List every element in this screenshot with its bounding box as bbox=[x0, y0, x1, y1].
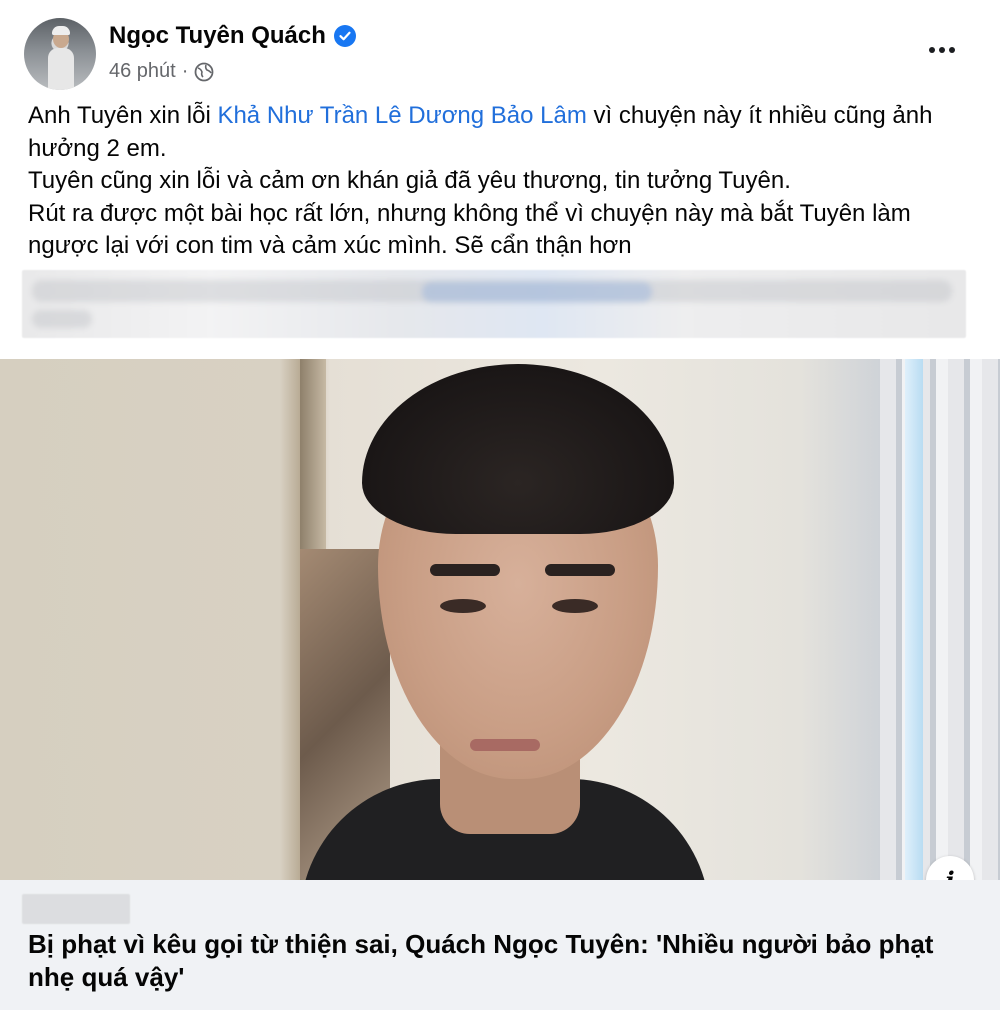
mention-link[interactable]: Khả Như Trần Lê Dương Bảo Lâm bbox=[217, 102, 586, 129]
author-avatar[interactable] bbox=[24, 18, 96, 90]
person-eye-left bbox=[440, 599, 486, 613]
meta-separator: · bbox=[181, 60, 189, 82]
person-hair bbox=[362, 364, 674, 534]
link-card[interactable]: Bị phạt vì kêu gọi từ thiện sai, Quách N… bbox=[0, 880, 1000, 1010]
window bbox=[905, 359, 923, 880]
link-title[interactable]: Bị phạt vì kêu gọi từ thiện sai, Quách N… bbox=[28, 928, 968, 994]
post-text-line-1: Anh Tuyên xin lỗi Khả Như Trần Lê Dương … bbox=[28, 100, 978, 165]
post-text-line-3: Rút ra được một bài học rất lớn, nhưng k… bbox=[28, 199, 911, 260]
person-brow-left bbox=[430, 564, 500, 576]
blurred-text bbox=[22, 270, 966, 338]
person-mouth bbox=[470, 739, 540, 751]
author-row: Ngọc Tuyên Quách bbox=[109, 22, 356, 50]
person-brow-right bbox=[545, 564, 615, 576]
globe-icon[interactable] bbox=[194, 62, 214, 82]
post-text-line-2: Tuyên cũng xin lỗi và cảm ơn khán giả đã… bbox=[28, 167, 791, 194]
link-domain-blurred bbox=[22, 894, 130, 924]
post-header: Ngọc Tuyên Quách 46 phút · bbox=[0, 0, 1000, 98]
post-meta: 46 phút · bbox=[109, 60, 214, 83]
more-options-icon[interactable] bbox=[922, 34, 962, 66]
post-time[interactable]: 46 phút bbox=[109, 60, 176, 83]
text-segment: Anh Tuyên xin lỗi bbox=[28, 102, 218, 129]
curtain bbox=[880, 359, 1000, 880]
post-text: Anh Tuyên xin lỗi Khả Như Trần Lê Dương … bbox=[28, 100, 978, 263]
person-eye-right bbox=[552, 599, 598, 613]
link-preview-photo[interactable] bbox=[0, 359, 1000, 880]
verified-badge-icon bbox=[333, 25, 356, 47]
author-name[interactable]: Ngọc Tuyên Quách bbox=[109, 22, 326, 50]
